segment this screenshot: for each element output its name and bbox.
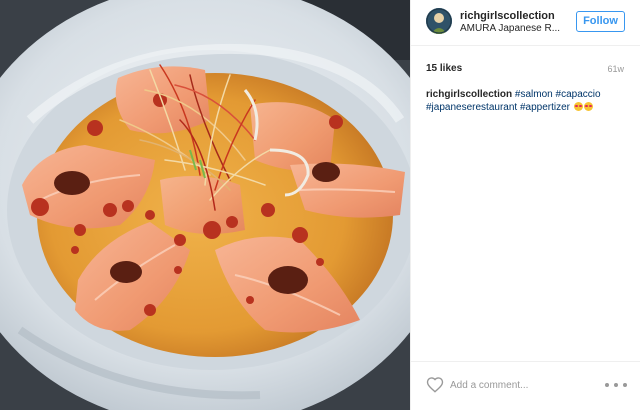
heart-eyes-emoji-icon xyxy=(573,102,583,111)
instagram-post-modal: richgirlscollection AMURA Japanese R... … xyxy=(0,0,640,410)
likes-count[interactable]: 15 likes xyxy=(426,63,462,74)
header-location[interactable]: AMURA Japanese R... xyxy=(460,23,570,34)
post-caption: richgirlscollection #salmon #capaccio #j… xyxy=(426,88,626,114)
hashtag-japaneserestaurant[interactable]: #japaneserestaurant xyxy=(426,102,517,113)
post-footer xyxy=(411,361,640,410)
header-username[interactable]: richgirlscollection xyxy=(460,10,555,22)
heart-eyes-emoji-icon xyxy=(583,102,593,111)
avatar[interactable] xyxy=(426,8,452,34)
heart-outline-icon[interactable] xyxy=(426,376,444,394)
dot-icon xyxy=(623,383,627,387)
post-info-panel: richgirlscollection AMURA Japanese R... … xyxy=(410,0,640,410)
post-photo[interactable] xyxy=(0,0,410,410)
hashtag-salmon[interactable]: #salmon xyxy=(515,89,553,100)
comment-input[interactable] xyxy=(450,375,590,395)
post-header: richgirlscollection AMURA Japanese R... … xyxy=(411,0,640,46)
salmon-carpaccio-image xyxy=(0,0,410,410)
post-age[interactable]: 61w xyxy=(607,64,624,74)
follow-button[interactable]: Follow xyxy=(576,11,625,32)
dot-icon xyxy=(614,383,618,387)
avatar-image xyxy=(426,8,452,34)
hashtag-appertizer[interactable]: #appertizer xyxy=(520,102,570,113)
caption-username[interactable]: richgirlscollection xyxy=(426,89,512,100)
hashtag-capaccio[interactable]: #capaccio xyxy=(556,89,601,100)
more-options-icon[interactable] xyxy=(605,376,627,394)
dot-icon xyxy=(605,383,609,387)
